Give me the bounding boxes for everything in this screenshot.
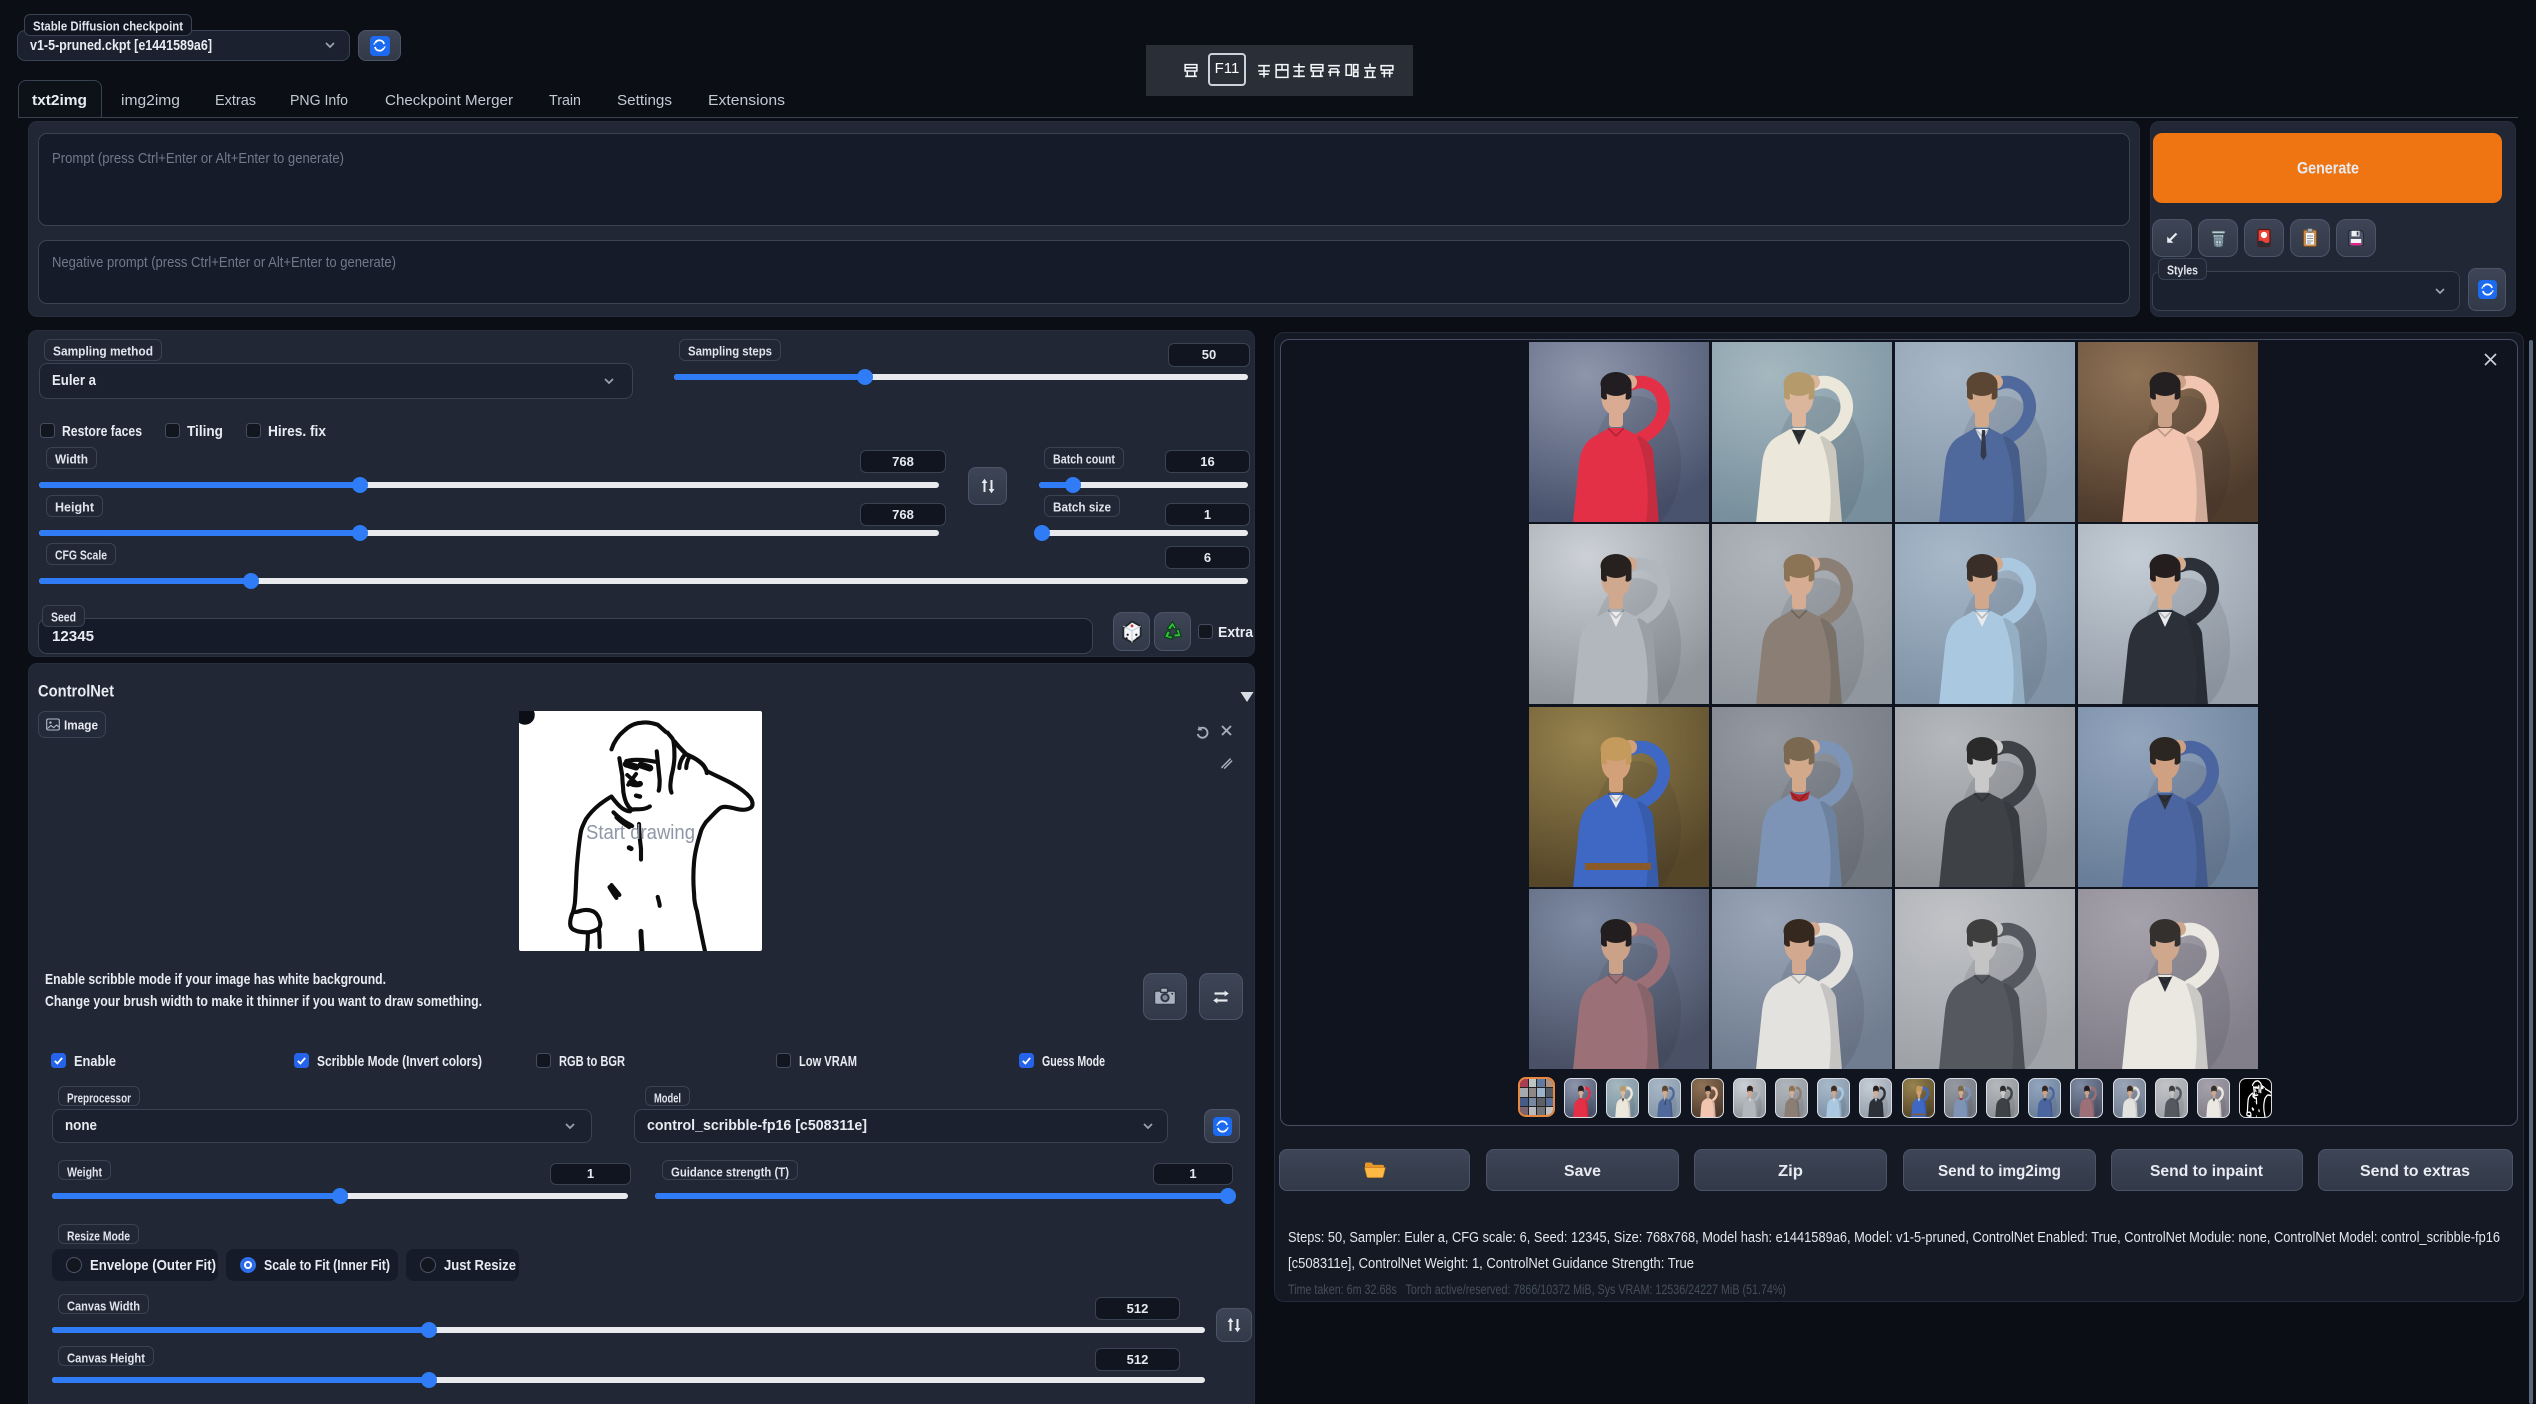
svg-text:Canvas Height: Canvas Height: [67, 1350, 146, 1365]
svg-text:Hires. fix: Hires. fix: [268, 423, 327, 440]
svg-text:v1-5-pruned.ckpt [e1441589a6]: v1-5-pruned.ckpt [e1441589a6]: [30, 37, 212, 54]
svg-text:Tiling: Tiling: [187, 423, 223, 440]
svg-text:Send to inpaint: Send to inpaint: [2150, 1163, 2264, 1180]
svg-text:Generate: Generate: [2297, 160, 2359, 178]
svg-text:Model: Model: [654, 1090, 681, 1105]
svg-text:Envelope (Outer Fit): Envelope (Outer Fit): [90, 1257, 216, 1274]
svg-text:PNG Info: PNG Info: [290, 92, 348, 109]
svg-text:Enable: Enable: [74, 1053, 116, 1070]
svg-text:Steps: 50, Sampler: Euler a, C: Steps: 50, Sampler: Euler a, CFG scale: …: [1288, 1230, 2500, 1246]
svg-text:Low VRAM: Low VRAM: [799, 1053, 857, 1070]
svg-text:Batch size: Batch size: [1053, 499, 1111, 514]
svg-text:Just Resize: Just Resize: [444, 1257, 516, 1274]
svg-text:img2img: img2img: [121, 92, 180, 109]
svg-text:Save: Save: [1564, 1163, 1601, 1180]
svg-text:Extras: Extras: [215, 92, 256, 109]
svg-text:Settings: Settings: [617, 92, 672, 109]
svg-text:Zip: Zip: [1778, 1163, 1803, 1180]
svg-text:ControlNet: ControlNet: [38, 683, 114, 701]
svg-text:Styles: Styles: [2167, 262, 2198, 277]
svg-text:Time taken: 6m 32.68s Torch: Time taken: 6m 32.68s Torch active/reser…: [1288, 1282, 1786, 1297]
svg-text:Canvas Width: Canvas Width: [67, 1298, 140, 1313]
svg-text:Checkpoint Merger: Checkpoint Merger: [385, 92, 513, 109]
svg-text:Batch count: Batch count: [1053, 451, 1116, 466]
svg-text:Restore faces: Restore faces: [62, 423, 142, 440]
svg-text:Height: Height: [55, 499, 95, 514]
svg-text:Guidance strength (T): Guidance strength (T): [671, 1164, 789, 1179]
svg-text:Send to img2img: Send to img2img: [1938, 1163, 2061, 1180]
svg-text:Extra: Extra: [1218, 624, 1254, 641]
svg-text:12345: 12345: [52, 628, 94, 645]
svg-text:Weight: Weight: [67, 1164, 103, 1179]
svg-text:CFG Scale: CFG Scale: [55, 547, 107, 562]
svg-text:Extensions: Extensions: [708, 92, 785, 109]
svg-text:Start drawing: Start drawing: [586, 822, 695, 844]
svg-text:Scribble Mode (Invert colors): Scribble Mode (Invert colors): [317, 1053, 482, 1070]
svg-text:[c508311e], ControlNet Weight:: [c508311e], ControlNet Weight: 1, Contro…: [1288, 1256, 1694, 1272]
svg-text:Resize Mode: Resize Mode: [67, 1228, 130, 1243]
svg-text:Prompt (press Ctrl+Enter or Al: Prompt (press Ctrl+Enter or Alt+Enter to…: [52, 151, 344, 167]
svg-text:Width: Width: [55, 451, 88, 466]
svg-text:none: none: [65, 1117, 97, 1134]
svg-text:Send to extras: Send to extras: [2360, 1163, 2470, 1180]
svg-text:Change your brush width to mak: Change your brush width to make it thinn…: [45, 993, 482, 1010]
svg-text:txt2img: txt2img: [32, 92, 87, 109]
svg-text:Sampling method: Sampling method: [53, 343, 153, 358]
svg-text:Preprocessor: Preprocessor: [67, 1090, 131, 1105]
svg-text:Sampling steps: Sampling steps: [688, 343, 772, 358]
svg-text:Enable scribble mode if your i: Enable scribble mode if your image has w…: [45, 971, 386, 988]
svg-text:Euler a: Euler a: [52, 372, 97, 389]
svg-text:RGB to BGR: RGB to BGR: [559, 1053, 625, 1070]
svg-text:Scale to Fit (Inner Fit): Scale to Fit (Inner Fit): [264, 1257, 390, 1274]
svg-text:control_scribble-fp16 [c508311: control_scribble-fp16 [c508311e]: [647, 1117, 867, 1134]
svg-text:Train: Train: [549, 92, 581, 109]
svg-text:Negative prompt (press Ctrl+En: Negative prompt (press Ctrl+Enter or Alt…: [52, 255, 396, 271]
svg-text:Stable Diffusion checkpoint: Stable Diffusion checkpoint: [33, 18, 184, 33]
svg-text:Image: Image: [64, 717, 98, 732]
svg-text:Seed: Seed: [51, 609, 76, 624]
svg-text:Guess Mode: Guess Mode: [1042, 1053, 1105, 1070]
